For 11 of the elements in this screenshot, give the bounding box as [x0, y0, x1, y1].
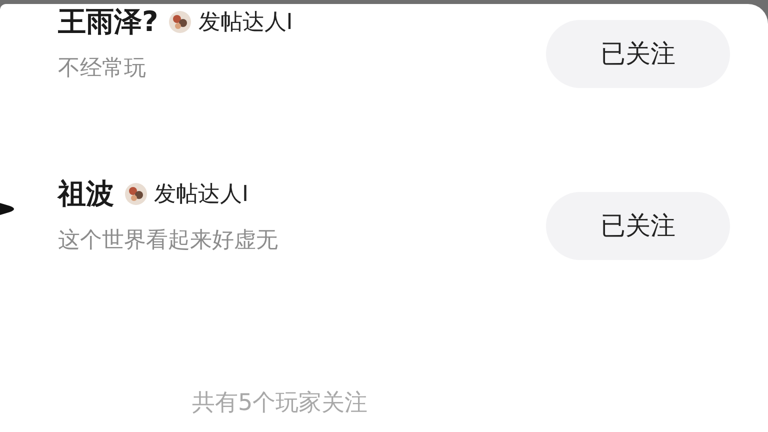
user-bio: 这个世界看起来好虚无 [58, 227, 279, 255]
badge-avatar-icon [168, 10, 192, 34]
badge-label: 发帖达人I [198, 8, 293, 36]
follower-count: 共有5个玩家关注 [192, 390, 368, 416]
badge-label: 发帖达人I [154, 180, 248, 208]
user-bio: 不经常玩 [58, 55, 147, 83]
following-button[interactable]: 已关注 [546, 192, 730, 260]
badge-avatar-icon [124, 182, 148, 206]
following-button[interactable]: 已关注 [546, 20, 730, 88]
user-name: 祖波 [58, 176, 114, 212]
user-name: 王雨泽? [58, 4, 158, 40]
